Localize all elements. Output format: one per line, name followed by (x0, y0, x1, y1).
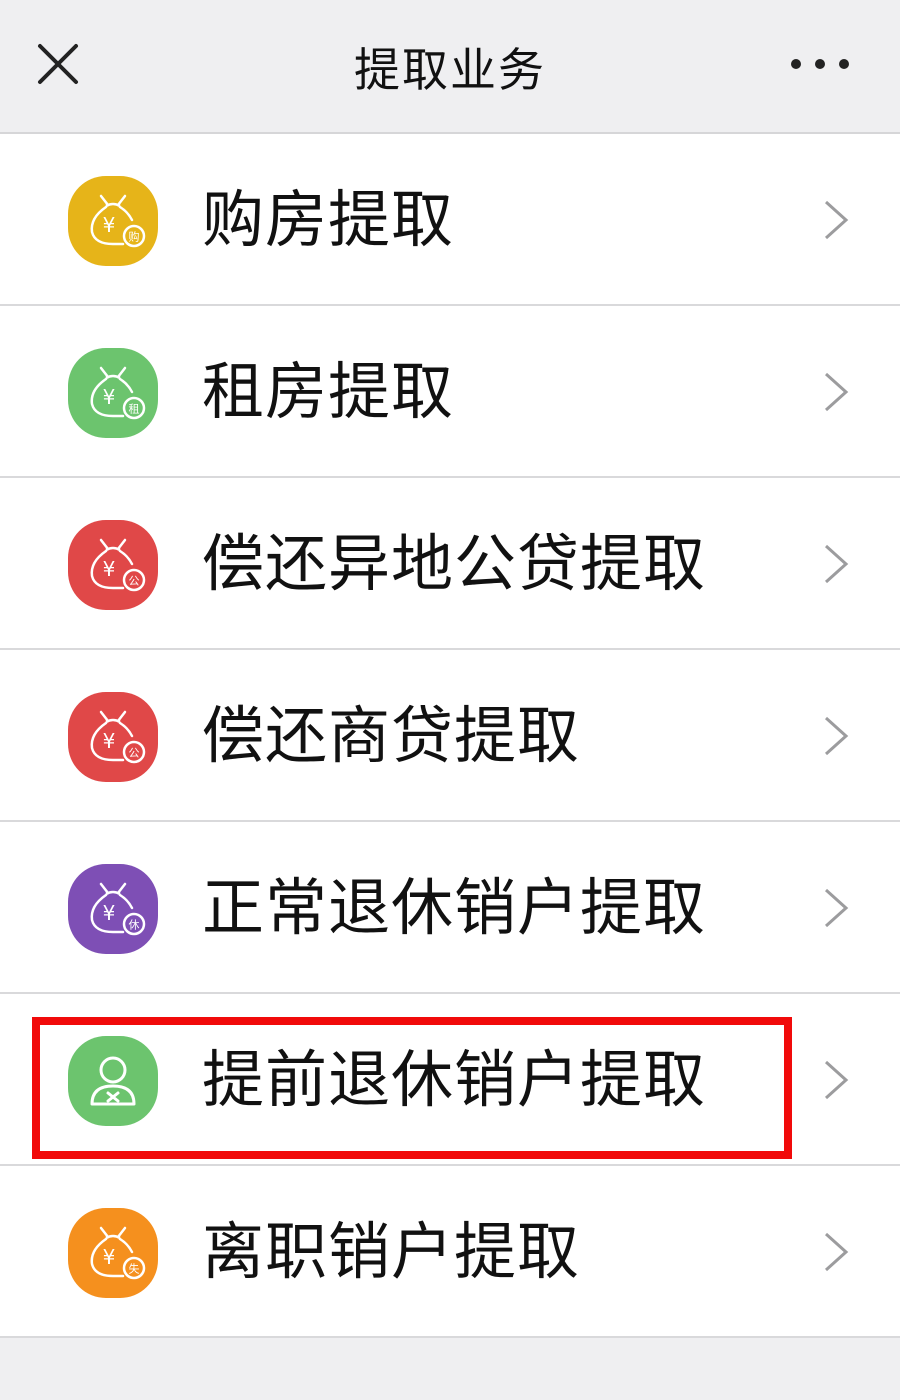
chevron-right-icon (824, 372, 849, 412)
page-title: 提取业务 (354, 43, 546, 97)
svg-text:¥: ¥ (103, 213, 116, 237)
list-item-home-purchase[interactable]: ¥ 购 购房提取 (0, 134, 900, 306)
chevron-right-icon (824, 1060, 849, 1100)
list-item-early-retirement[interactable]: 提前退休销户提取 (0, 994, 900, 1166)
item-label: 提前退休销户提取 (202, 1043, 707, 1116)
svg-text:¥: ¥ (103, 385, 116, 409)
svg-text:¥: ¥ (103, 901, 116, 925)
chevron-right-icon (824, 544, 849, 584)
money-bag-icon: ¥ 购 (68, 176, 158, 266)
item-label: 离职销户提取 (202, 1215, 581, 1288)
chevron-right-icon (824, 1232, 849, 1272)
money-bag-icon: ¥ 公 (68, 692, 158, 782)
svg-text:¥: ¥ (103, 729, 116, 753)
user-x-icon (68, 1036, 158, 1126)
more-options-icon[interactable] (788, 52, 852, 76)
nav-bar: 提取业务 (0, 0, 900, 134)
svg-text:¥: ¥ (103, 557, 116, 581)
money-bag-icon: ¥ 休 (68, 864, 158, 954)
list-item-normal-retirement[interactable]: ¥ 休 正常退休销户提取 (0, 822, 900, 994)
icon-badge-text: 失 (129, 1263, 140, 1276)
icon-badge-text: 购 (129, 230, 140, 244)
withdrawal-list: ¥ 购 购房提取 ¥ 租 租房提取 ¥ 公 偿还异地公贷提取 ¥ 公 偿还商贷提… (0, 134, 900, 1338)
chevron-right-icon (824, 200, 849, 240)
item-label: 租房提取 (202, 355, 455, 428)
icon-badge-text: 休 (129, 919, 140, 932)
chevron-right-icon (824, 888, 849, 928)
icon-badge-text: 公 (129, 575, 140, 588)
list-item-rent[interactable]: ¥ 租 租房提取 (0, 306, 900, 478)
money-bag-icon: ¥ 租 (68, 348, 158, 438)
list-item-resignation[interactable]: ¥ 失 离职销户提取 (0, 1166, 900, 1338)
money-bag-icon: ¥ 公 (68, 520, 158, 610)
list-item-remote-provident-loan[interactable]: ¥ 公 偿还异地公贷提取 (0, 478, 900, 650)
chevron-right-icon (824, 716, 849, 756)
item-label: 正常退休销户提取 (202, 871, 707, 944)
svg-text:¥: ¥ (103, 1245, 116, 1269)
item-label: 偿还商贷提取 (202, 699, 581, 772)
icon-badge-text: 租 (129, 403, 140, 416)
money-bag-icon: ¥ 失 (68, 1208, 158, 1298)
list-item-commercial-loan[interactable]: ¥ 公 偿还商贷提取 (0, 650, 900, 822)
icon-badge-text: 公 (129, 747, 140, 760)
item-label: 偿还异地公贷提取 (202, 527, 707, 600)
item-label: 购房提取 (202, 183, 455, 256)
